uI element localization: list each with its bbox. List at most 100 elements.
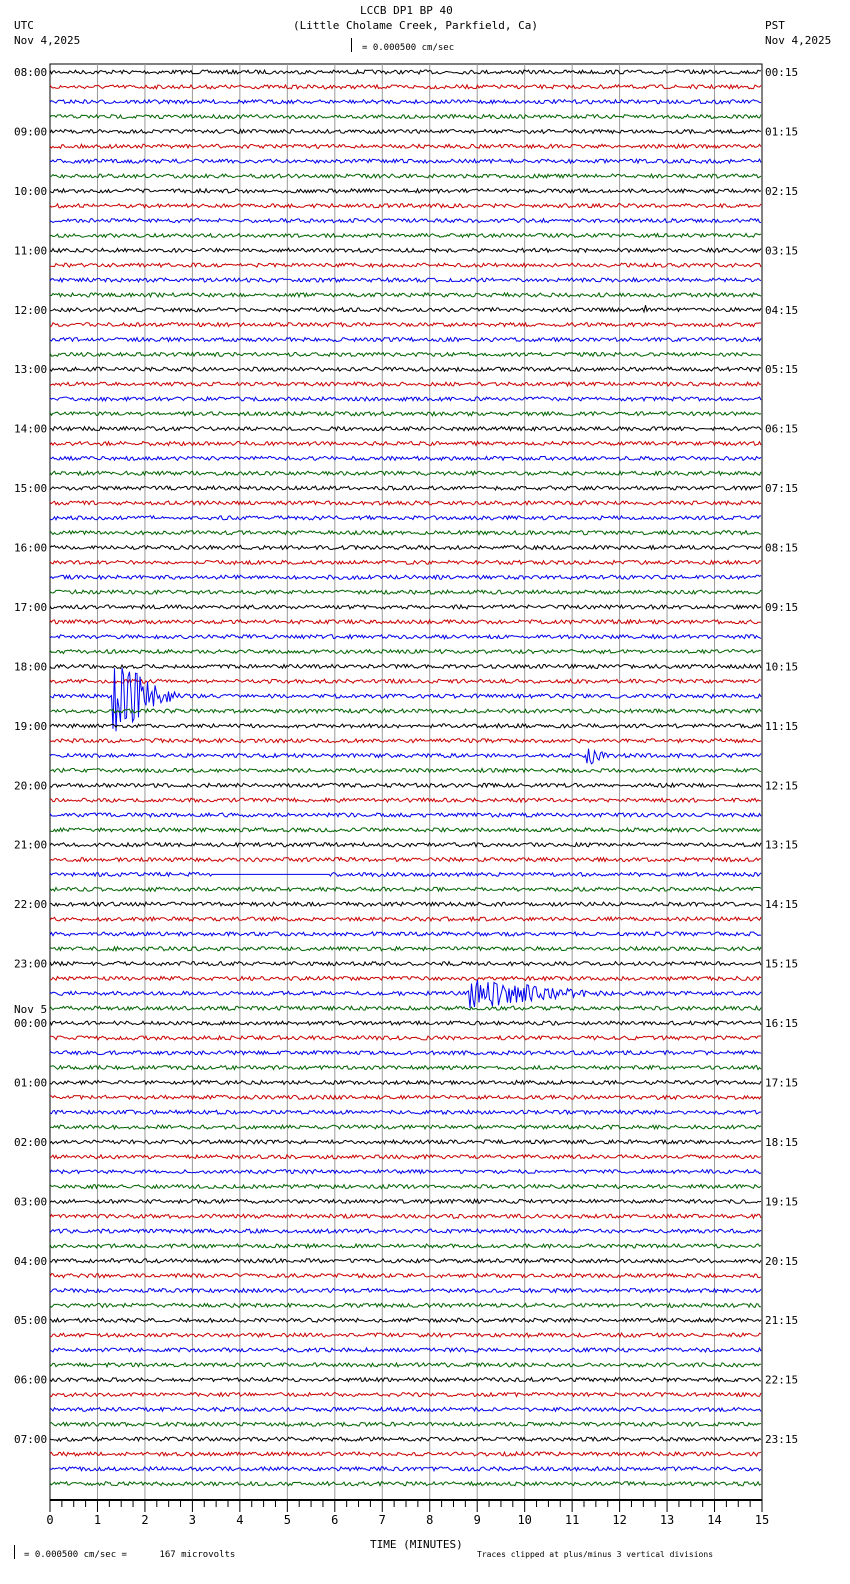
right-hour-label: 02:15 <box>765 185 798 198</box>
right-hour-label: 23:15 <box>765 1433 798 1446</box>
right-hour-label: 01:15 <box>765 125 798 138</box>
trace-87 <box>49 1361 762 1369</box>
seismogram-plot: 0 1 2 3 4 5 6 7 8 9 10 11 12 13 14 1508:0009:0010:0011:… <box>14 63 798 1527</box>
x-tick-label: 10 <box>517 1513 531 1527</box>
trace-12 <box>49 247 762 254</box>
right-hour-label: 19:15 <box>765 1195 798 1208</box>
trace-47 <box>49 767 762 774</box>
trace-58 <box>49 930 762 938</box>
trace-92 <box>49 1436 762 1443</box>
left-hour-label: 03:00 <box>14 1195 47 1208</box>
x-tick-label: 8 <box>426 1513 433 1527</box>
right-hour-label: 11:15 <box>765 720 798 733</box>
trace-24 <box>49 425 762 432</box>
left-hour-label: 18:00 <box>14 660 47 673</box>
trace-59 <box>49 945 762 953</box>
trace-14 <box>49 276 762 284</box>
trace-36 <box>49 603 762 611</box>
trace-38 <box>49 633 762 640</box>
trace-22 <box>49 395 762 403</box>
trace-76 <box>49 1198 762 1205</box>
right-hour-label: 07:15 <box>765 482 798 495</box>
right-hour-label: 16:15 <box>765 1017 798 1030</box>
trace-85 <box>49 1331 762 1339</box>
trace-25 <box>49 440 762 447</box>
x-tick-label: 4 <box>236 1513 243 1527</box>
trace-19 <box>49 351 762 358</box>
trace-48 <box>49 782 762 789</box>
trace-49 <box>49 796 762 804</box>
x-tick-label: 14 <box>707 1513 721 1527</box>
trace-20 <box>49 366 762 373</box>
trace-30 <box>49 514 762 521</box>
trace-94 <box>49 1465 762 1473</box>
trace-57 <box>49 915 762 923</box>
clip-note: Traces clipped at plus/minus 3 vertical … <box>477 1550 714 1559</box>
right-hour-label: 03:15 <box>765 244 798 257</box>
trace-43 <box>49 707 762 715</box>
trace-7 <box>49 172 762 180</box>
right-hour-label: 04:15 <box>765 304 798 317</box>
trace-6 <box>49 157 762 165</box>
left-hour-label: 02:00 <box>14 1136 47 1149</box>
trace-1 <box>49 83 762 90</box>
right-hour-label: 14:15 <box>765 898 798 911</box>
date-change-label: Nov 5 <box>14 1003 47 1016</box>
footer-scale: = 0.000500 cm/sec = 167 microvolts <box>24 1550 236 1560</box>
trace-13 <box>49 262 762 269</box>
footer-scale-bar-icon <box>14 1545 15 1559</box>
right-hour-label: 15:15 <box>765 958 798 971</box>
left-hour-label: 06:00 <box>14 1374 47 1387</box>
trace-65 <box>49 1034 761 1042</box>
trace-18 <box>49 336 762 343</box>
right-hour-label: 00:15 <box>765 66 798 79</box>
left-hour-label: 01:00 <box>14 1076 47 1089</box>
left-hour-label: 17:00 <box>14 601 47 614</box>
right-hour-label: 12:15 <box>765 779 798 792</box>
trace-91 <box>49 1421 762 1428</box>
x-tick-label: 5 <box>284 1513 291 1527</box>
trace-2 <box>49 98 762 105</box>
left-hour-label: 23:00 <box>14 958 47 971</box>
x-tick-label: 9 <box>474 1513 481 1527</box>
trace-31 <box>49 529 762 536</box>
x-tick-label: 13 <box>660 1513 674 1527</box>
left-hour-label: 16:00 <box>14 542 47 555</box>
trace-73 <box>49 1153 762 1160</box>
trace-37 <box>49 618 762 626</box>
x-tick-label: 2 <box>141 1513 148 1527</box>
trace-51 <box>49 826 762 834</box>
trace-62 <box>49 979 762 1008</box>
trace-8 <box>49 187 762 195</box>
trace-63 <box>49 1005 762 1012</box>
left-hour-label: 22:00 <box>14 898 47 911</box>
trace-89 <box>49 1391 762 1398</box>
left-hour-label: 09:00 <box>14 125 47 138</box>
right-hour-label: 05:15 <box>765 363 798 376</box>
x-tick-label: 6 <box>331 1513 338 1527</box>
trace-64 <box>49 1019 762 1027</box>
trace-0 <box>49 68 762 76</box>
left-hour-label: 05:00 <box>14 1314 47 1327</box>
trace-53 <box>49 856 761 863</box>
x-axis-label: TIME (MINUTES) <box>370 1538 463 1551</box>
right-hour-label: 22:15 <box>765 1374 798 1387</box>
trace-82 <box>49 1287 762 1294</box>
trace-50 <box>49 811 762 819</box>
left-hour-label: 20:00 <box>14 779 47 792</box>
trace-29 <box>49 499 762 507</box>
trace-75 <box>49 1183 762 1190</box>
trace-44 <box>49 722 762 729</box>
trace-10 <box>49 217 762 224</box>
trace-45 <box>49 737 762 744</box>
trace-35 <box>49 588 762 596</box>
x-tick-label: 12 <box>612 1513 626 1527</box>
trace-68 <box>49 1079 762 1086</box>
x-tick-label: 3 <box>189 1513 196 1527</box>
trace-33 <box>49 559 762 566</box>
trace-95 <box>49 1480 762 1487</box>
left-hour-label: 08:00 <box>14 66 47 79</box>
trace-23 <box>49 410 762 417</box>
trace-55 <box>49 886 762 893</box>
trace-17 <box>49 321 762 328</box>
